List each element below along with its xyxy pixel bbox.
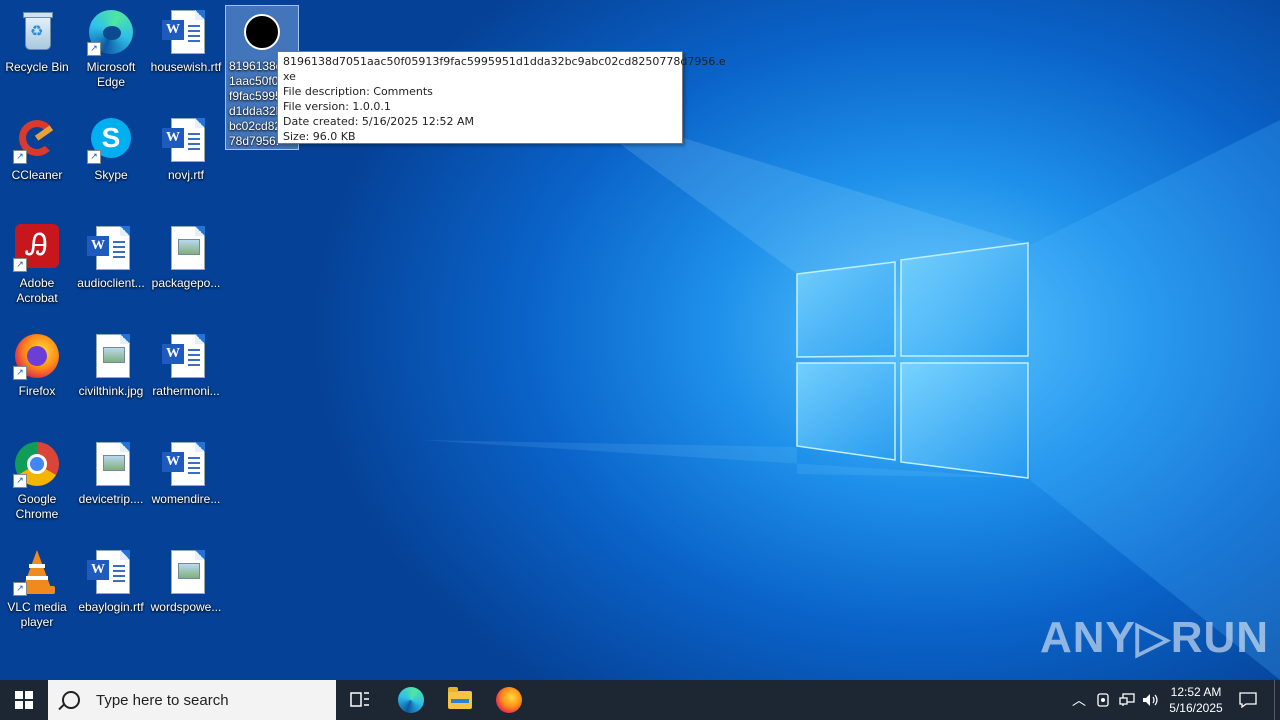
taskbar-search-box[interactable]: [48, 680, 336, 720]
ebaylogin-label: ebaylogin.rtf: [78, 600, 144, 614]
tooltip-size: Size: 96.0 KB: [283, 130, 356, 143]
microsoft-edge-label: Microsoft Edge: [86, 60, 136, 89]
volume-button[interactable]: [1140, 680, 1162, 720]
tray-device-icon: [1097, 693, 1109, 707]
desktop-icon-devicetrip[interactable]: devicetrip....: [75, 436, 147, 507]
show-desktop-button[interactable]: [1274, 680, 1275, 720]
network-icon: [1119, 693, 1135, 706]
tooltip-date-created: Date created: 5/16/2025 12:52 AM: [283, 115, 475, 128]
adobe-acrobat-icon: Ꭿ ↗: [13, 224, 61, 272]
adobe-acrobat-label: Adobe Acrobat: [16, 276, 58, 305]
desktop-icon-civilthink[interactable]: civilthink.jpg: [75, 328, 147, 399]
image-file-icon: [162, 548, 210, 596]
desktop-icon-wordspowe[interactable]: wordspowe...: [150, 544, 222, 615]
skype-icon: S ↗: [87, 116, 135, 164]
desktop-icon-ebaylogin[interactable]: W ebaylogin.rtf: [75, 544, 147, 615]
skype-label: Skype: [94, 168, 128, 182]
recycle-bin-label: Recycle Bin: [5, 60, 69, 74]
firefox-icon: [496, 687, 522, 713]
word-document-icon: W: [87, 548, 135, 596]
tooltip-description: File description: Comments: [283, 85, 433, 98]
ccleaner-icon: ↗: [13, 116, 61, 164]
word-document-icon: W: [162, 332, 210, 380]
shortcut-arrow-icon: ↗: [13, 150, 27, 164]
shortcut-arrow-icon: ↗: [87, 42, 101, 56]
word-document-icon: W: [162, 8, 210, 56]
desktop[interactable]: ♻ Recycle Bin ↗ CCleaner Ꭿ ↗ Adobe Acrob…: [0, 0, 1280, 680]
shortcut-arrow-icon: ↗: [13, 258, 27, 272]
shortcut-arrow-icon: ↗: [13, 474, 27, 488]
speaker-icon: [1143, 694, 1158, 706]
tooltip-filename: 8196138d7051aac50f05913f9fac5995951d1dda…: [283, 55, 726, 68]
tray-app-button[interactable]: [1092, 680, 1114, 720]
tooltip-filename-continued: xe: [283, 70, 296, 83]
tooltip-version: File version: 1.0.0.1: [283, 100, 391, 113]
desktop-icon-housewish[interactable]: W housewish.rtf: [150, 4, 222, 75]
action-center-button[interactable]: [1234, 680, 1262, 720]
chrome-icon: ↗: [13, 440, 61, 488]
desktop-icon-firefox[interactable]: ↗ Firefox: [1, 328, 73, 399]
clock-date: 5/16/2025: [1169, 701, 1223, 715]
taskbar: ︿ 12:52 AM 5/16/2025: [0, 680, 1280, 720]
desktop-icon-womendire[interactable]: W womendire...: [150, 436, 222, 507]
desktop-icon-rathermoni[interactable]: W rathermoni...: [150, 328, 222, 399]
start-button[interactable]: [0, 680, 48, 720]
housewish-label: housewish.rtf: [150, 60, 222, 74]
taskbar-edge-button[interactable]: [387, 680, 435, 720]
desktop-icon-microsoft-edge[interactable]: ↗ Microsoft Edge: [75, 4, 147, 90]
google-chrome-label: Google Chrome: [15, 492, 59, 521]
search-icon: [62, 691, 80, 709]
firefox-label: Firefox: [18, 384, 56, 398]
desktop-icon-novj[interactable]: W novj.rtf: [150, 112, 222, 183]
firefox-icon: ↗: [13, 332, 61, 380]
taskbar-firefox-button[interactable]: [485, 680, 533, 720]
task-view-button[interactable]: [336, 680, 384, 720]
desktop-icon-google-chrome[interactable]: ↗ Google Chrome: [1, 436, 73, 522]
notification-icon: [1239, 692, 1257, 708]
word-document-icon: W: [87, 224, 135, 272]
novj-label: novj.rtf: [167, 168, 204, 182]
desktop-icon-audioclient[interactable]: W audioclient...: [75, 220, 147, 291]
taskbar-clock[interactable]: 12:52 AM 5/16/2025: [1160, 680, 1232, 720]
word-document-icon: W: [162, 116, 210, 164]
packagepo-label: packagepo...: [151, 276, 221, 290]
image-file-icon: [87, 332, 135, 380]
clock-time: 12:52 AM: [1170, 685, 1222, 699]
desktop-icon-recycle-bin[interactable]: ♻ Recycle Bin: [1, 4, 73, 75]
desktop-icon-ccleaner[interactable]: ↗ CCleaner: [1, 112, 73, 183]
image-file-icon: [87, 440, 135, 488]
desktop-icon-skype[interactable]: S ↗ Skype: [75, 112, 147, 183]
show-hidden-icons-button[interactable]: ︿: [1068, 680, 1090, 720]
edge-icon: ↗: [87, 8, 135, 56]
desktop-icon-adobe-acrobat[interactable]: Ꭿ ↗ Adobe Acrobat: [1, 220, 73, 306]
shortcut-arrow-icon: ↗: [13, 366, 27, 380]
executable-file-icon: [238, 10, 286, 56]
chevron-up-icon: ︿: [1072, 692, 1086, 708]
task-view-icon: [350, 692, 369, 707]
rathermoni-label: rathermoni...: [152, 384, 220, 398]
folder-icon: [448, 687, 472, 709]
edge-icon: [398, 687, 424, 713]
vlc-label: VLC media player: [7, 600, 67, 629]
taskbar-file-explorer-button[interactable]: [436, 680, 484, 720]
vlc-cone-icon: ↗: [13, 548, 61, 596]
shortcut-arrow-icon: ↗: [13, 582, 27, 596]
anyrun-watermark: ANY▷RUN: [1040, 613, 1270, 662]
desktop-icon-packagepo[interactable]: packagepo...: [150, 220, 222, 291]
devicetrip-label: devicetrip....: [78, 492, 144, 506]
womendire-label: womendire...: [151, 492, 221, 506]
audioclient-label: audioclient...: [77, 276, 145, 290]
recycle-bin-icon: ♻: [13, 8, 61, 56]
image-file-icon: [162, 224, 210, 272]
civilthink-label: civilthink.jpg: [78, 384, 144, 398]
shortcut-arrow-icon: ↗: [87, 150, 101, 164]
search-input[interactable]: [94, 690, 328, 710]
desktop-icon-vlc[interactable]: ↗ VLC media player: [1, 544, 73, 630]
network-button[interactable]: [1116, 680, 1138, 720]
windows-start-icon: [15, 691, 33, 709]
file-info-tooltip: 8196138d7051aac50f05913f9fac5995951d1dda…: [277, 51, 726, 144]
word-document-icon: W: [162, 440, 210, 488]
wordspowe-label: wordspowe...: [150, 600, 222, 614]
ccleaner-label: CCleaner: [11, 168, 63, 182]
